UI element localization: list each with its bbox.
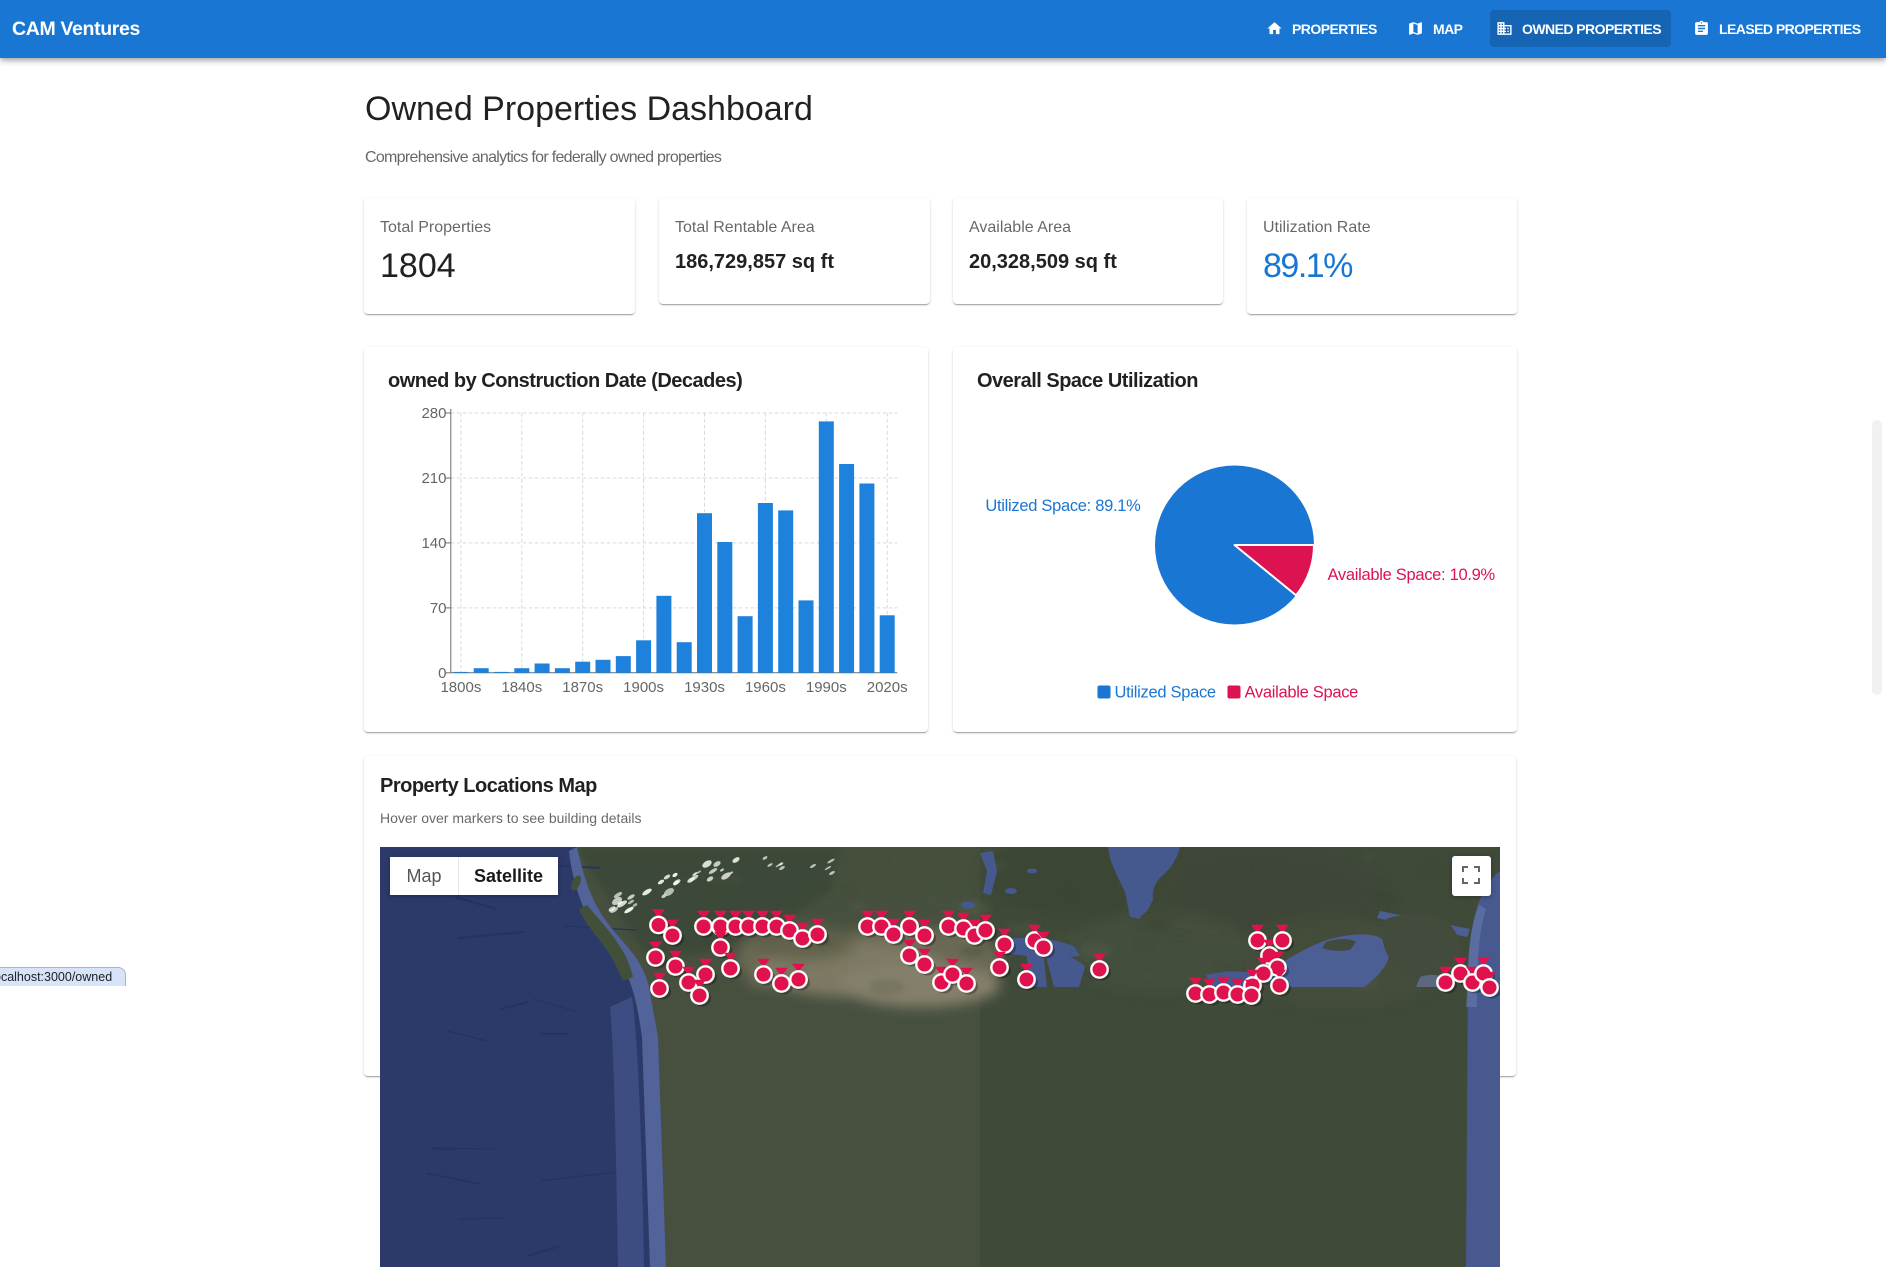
svg-text:210: 210	[421, 470, 446, 487]
svg-text:1990s: 1990s	[806, 679, 847, 696]
svg-text:Utilized Space: Utilized Space	[1115, 684, 1216, 702]
svg-text:1840s: 1840s	[501, 679, 542, 696]
svg-text:Available Space: 10.9%: Available Space: 10.9%	[1328, 566, 1496, 584]
svg-text:70: 70	[430, 600, 447, 617]
svg-text:Utilized Space: 89.1%: Utilized Space: 89.1%	[985, 497, 1141, 515]
svg-text:Available Space: Available Space	[1245, 684, 1359, 702]
svg-text:2020s: 2020s	[867, 679, 908, 696]
svg-text:1930s: 1930s	[684, 679, 725, 696]
svg-text:1960s: 1960s	[745, 679, 786, 696]
svg-text:1900s: 1900s	[623, 679, 664, 696]
svg-text:1800s: 1800s	[440, 679, 481, 696]
svg-text:280: 280	[421, 405, 446, 422]
svg-text:1870s: 1870s	[562, 679, 603, 696]
svg-text:140: 140	[421, 535, 446, 552]
